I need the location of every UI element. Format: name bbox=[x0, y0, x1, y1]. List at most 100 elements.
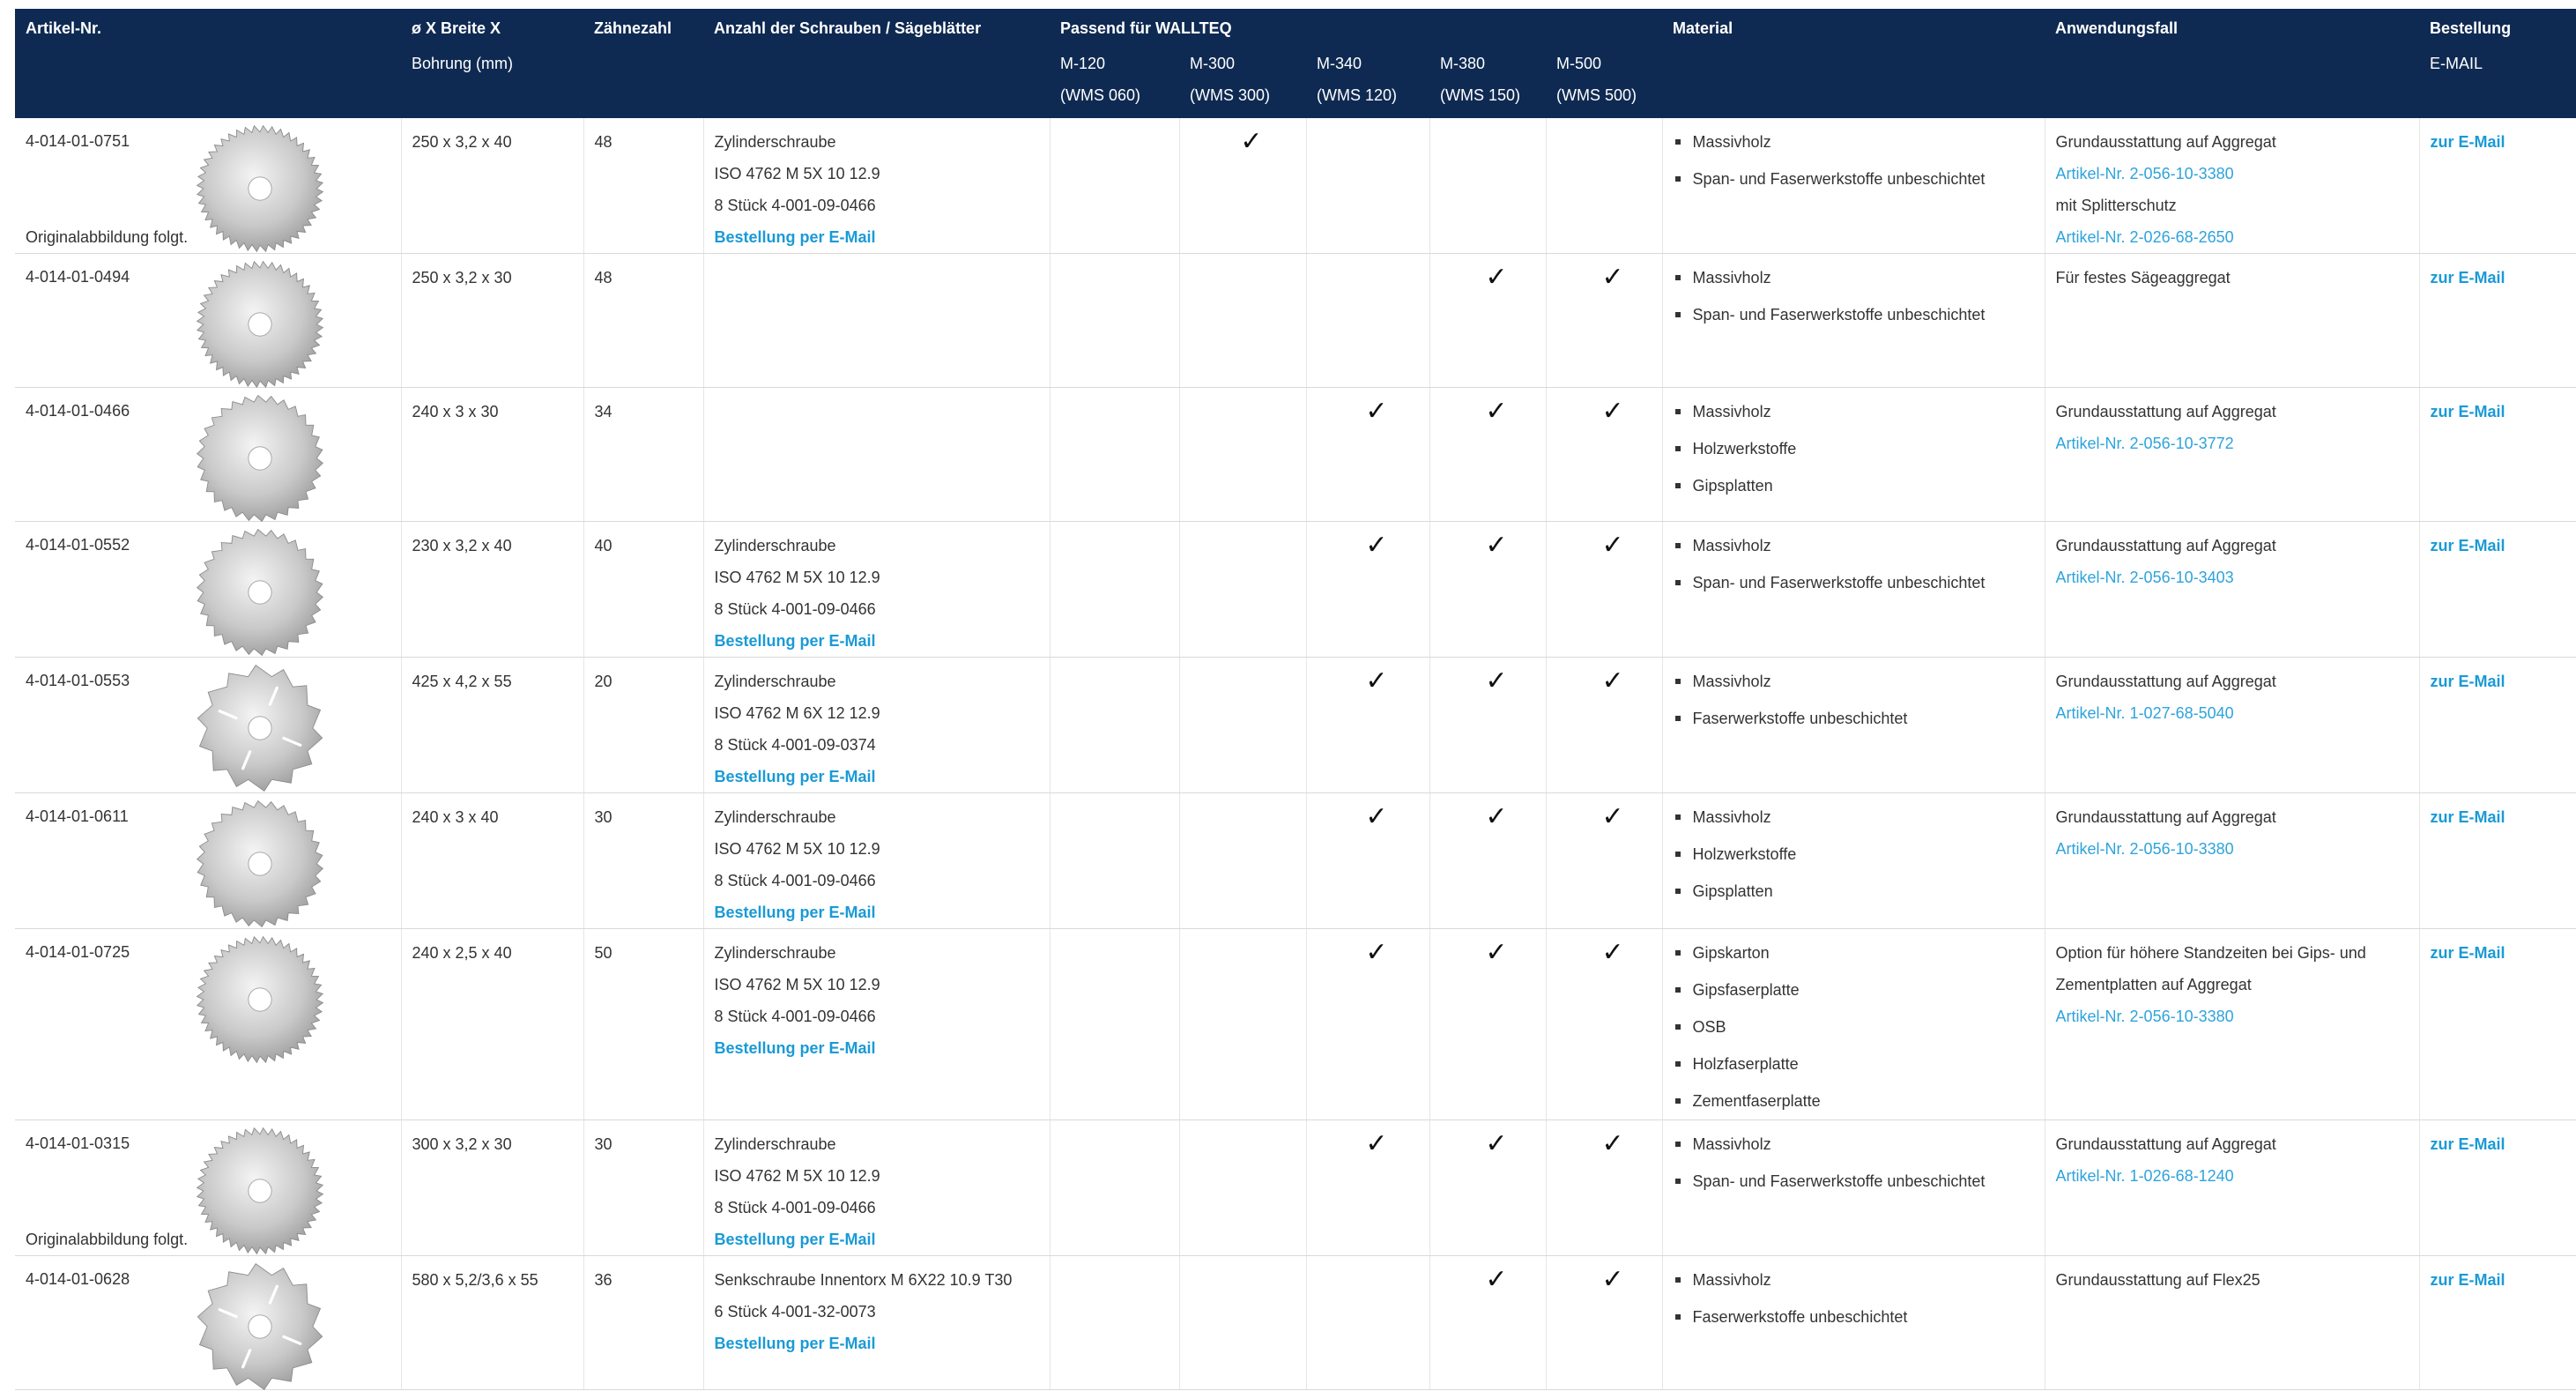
fits-m120-cell bbox=[1050, 1119, 1180, 1256]
email-order-link[interactable]: zur E-Mail bbox=[2431, 396, 2568, 428]
checkmark-icon: ✓ bbox=[1365, 938, 1388, 967]
saw-blade-icon bbox=[196, 528, 324, 657]
fits-m340-cell: ✓ bbox=[1306, 792, 1430, 929]
screw-spec: ISO 4762 M 5X 10 12.9 bbox=[714, 976, 880, 993]
article-link[interactable]: Artikel-Nr. 2-056-10-3380 bbox=[2056, 1000, 2410, 1032]
bullet-icon bbox=[1674, 1024, 1681, 1030]
dimensions: 240 x 2,5 x 40 bbox=[412, 944, 512, 962]
material-item: Holzwerkstoffe bbox=[1674, 430, 2036, 467]
order-screws-link[interactable]: Bestellung per E-Mail bbox=[715, 1224, 1041, 1255]
email-order-link[interactable]: zur E-Mail bbox=[2431, 666, 2568, 697]
material-cell: Massivholz Holzwerkstoffe Gipsplatten bbox=[1662, 387, 2045, 522]
order-screws-link[interactable]: Bestellung per E-Mail bbox=[715, 625, 1041, 657]
fits-m500-cell: ✓ bbox=[1546, 1119, 1663, 1256]
article-link[interactable]: Artikel-Nr. 1-026-68-1240 bbox=[2056, 1160, 2410, 1192]
article-link[interactable]: Artikel-Nr. 2-056-10-3380 bbox=[2056, 158, 2410, 190]
screws-cell bbox=[703, 387, 1050, 522]
fits-m500-cell: ✓ bbox=[1546, 657, 1663, 793]
screw-spec: 8 Stück 4-001-09-0466 bbox=[714, 197, 876, 214]
email-order-link[interactable]: zur E-Mail bbox=[2431, 262, 2568, 294]
checkmark-icon: ✓ bbox=[1485, 938, 1508, 967]
fits-m500-cell: ✓ bbox=[1546, 792, 1663, 929]
fits-m380-cell: ✓ bbox=[1429, 521, 1547, 658]
article-number: 4-014-01-0751 bbox=[26, 132, 130, 150]
fits-m300-cell bbox=[1179, 928, 1307, 1120]
fits-m300-cell bbox=[1179, 521, 1307, 658]
bullet-icon bbox=[1674, 483, 1681, 488]
article-link[interactable]: Artikel-Nr. 2-056-10-3380 bbox=[2056, 833, 2410, 865]
material-label: Holzwerkstoffe bbox=[1692, 845, 1797, 863]
article-cell: 4-014-01-0553 bbox=[15, 657, 402, 793]
header-dimensions-sub: Bohrung (mm) bbox=[401, 51, 583, 83]
material-item: Gipsplatten bbox=[1674, 467, 2036, 504]
material-item: Massivholz bbox=[1674, 123, 2036, 160]
teeth-cell: 34 bbox=[583, 387, 704, 522]
screw-spec: Zylinderschraube bbox=[714, 537, 836, 554]
material-label: Holzwerkstoffe bbox=[1692, 440, 1797, 457]
saw-blade-fine-icon bbox=[196, 260, 324, 389]
article-number: 4-014-01-0725 bbox=[26, 943, 130, 961]
bullet-icon bbox=[1674, 1142, 1681, 1147]
checkmark-icon: ✓ bbox=[1365, 397, 1388, 426]
header-model-m380: M-380 bbox=[1429, 51, 1546, 83]
fits-m380-cell bbox=[1429, 118, 1547, 254]
material-item: Massivholz bbox=[1674, 1126, 2036, 1163]
teeth-count: 50 bbox=[594, 944, 612, 962]
email-order-link[interactable]: zur E-Mail bbox=[2431, 1264, 2568, 1296]
material-label: Massivholz bbox=[1692, 808, 1771, 826]
fits-m500-cell bbox=[1546, 118, 1663, 254]
material-label: Gipsplatten bbox=[1692, 882, 1773, 900]
email-order-link[interactable]: zur E-Mail bbox=[2431, 801, 2568, 833]
checkmark-icon: ✓ bbox=[1601, 938, 1624, 967]
bullet-icon bbox=[1674, 1314, 1681, 1320]
screw-spec: ISO 4762 M 6X 12 12.9 bbox=[714, 704, 880, 722]
bullet-icon bbox=[1674, 543, 1681, 548]
header-model-m120: M-120 bbox=[1050, 51, 1179, 83]
header-article: Artikel-Nr. bbox=[15, 9, 401, 51]
material-label: Zementfaserplatte bbox=[1692, 1092, 1821, 1110]
email-order-link[interactable]: zur E-Mail bbox=[2431, 530, 2568, 562]
dimensions-cell: 300 x 3,2 x 30 bbox=[401, 1119, 584, 1256]
fits-m340-cell: ✓ bbox=[1306, 1119, 1430, 1256]
usecase-text: Grundausstattung auf Aggregat bbox=[2055, 133, 2276, 151]
article-number: 4-014-01-0315 bbox=[26, 1134, 130, 1152]
teeth-cell: 30 bbox=[583, 792, 704, 929]
email-order-link[interactable]: zur E-Mail bbox=[2431, 126, 2568, 158]
dimensions: 300 x 3,2 x 30 bbox=[412, 1135, 512, 1153]
article-cell: 4-014-01-0725 bbox=[15, 928, 402, 1120]
order-screws-link[interactable]: Bestellung per E-Mail bbox=[715, 896, 1041, 928]
table-row: 4-014-01-0611 240 x 3 x 40 30 Zylinderschra… bbox=[15, 792, 2576, 929]
article-number: 4-014-01-0553 bbox=[26, 672, 130, 689]
screw-spec: Zylinderschraube bbox=[714, 808, 836, 826]
email-order-link[interactable]: zur E-Mail bbox=[2431, 1128, 2568, 1160]
material-label: Span- und Faserwerkstoffe unbeschichtet bbox=[1692, 574, 1986, 591]
bullet-icon bbox=[1674, 815, 1681, 820]
table-row: 4-014-01-0725 240 x 2,5 x 40 50 Zylindersch… bbox=[15, 928, 2576, 1120]
order-screws-link[interactable]: Bestellung per E-Mail bbox=[715, 1328, 1041, 1359]
material-label: Massivholz bbox=[1692, 1271, 1771, 1289]
header-usecase: Anwendungsfall bbox=[2045, 9, 2420, 51]
usecase-text: Zementplatten auf Aggregat bbox=[2055, 976, 2252, 993]
order-screws-link[interactable]: Bestellung per E-Mail bbox=[715, 221, 1041, 253]
order-screws-link[interactable]: Bestellung per E-Mail bbox=[715, 1032, 1041, 1064]
header-model-m500-sub: (WMS 500) bbox=[1546, 83, 1663, 118]
article-link[interactable]: Artikel-Nr. 2-056-10-3772 bbox=[2056, 428, 2410, 459]
usecase-text: Grundausstattung auf Aggregat bbox=[2055, 1135, 2276, 1153]
article-link[interactable]: Artikel-Nr. 2-026-68-2650 bbox=[2056, 221, 2410, 253]
dimensions-cell: 240 x 2,5 x 40 bbox=[401, 928, 584, 1120]
bullet-icon bbox=[1674, 1098, 1681, 1104]
order-screws-link[interactable]: Bestellung per E-Mail bbox=[715, 761, 1041, 792]
material-item: Holzfaserplatte bbox=[1674, 1045, 2036, 1082]
material-cell: Massivholz Holzwerkstoffe Gipsplatten bbox=[1662, 792, 2045, 929]
email-order-link[interactable]: zur E-Mail bbox=[2431, 937, 2568, 969]
material-cell: Gipskarton Gipsfaserplatte OSB Holzfaserpla… bbox=[1662, 928, 2045, 1120]
article-link[interactable]: Artikel-Nr. 1-027-68-5040 bbox=[2056, 697, 2410, 729]
fits-m300-cell bbox=[1179, 253, 1307, 388]
bullet-icon bbox=[1674, 1179, 1681, 1184]
saw-blade-fine-icon bbox=[196, 935, 324, 1064]
article-link[interactable]: Artikel-Nr. 2-056-10-3403 bbox=[2056, 562, 2410, 593]
screws-cell: Zylinderschraube ISO 4762 M 5X 10 12.9 8 S… bbox=[703, 928, 1050, 1120]
material-label: Faserwerkstoffe unbeschichtet bbox=[1692, 1308, 1908, 1326]
teeth-cell: 20 bbox=[583, 657, 704, 793]
dimensions-cell: 250 x 3,2 x 40 bbox=[401, 118, 584, 254]
